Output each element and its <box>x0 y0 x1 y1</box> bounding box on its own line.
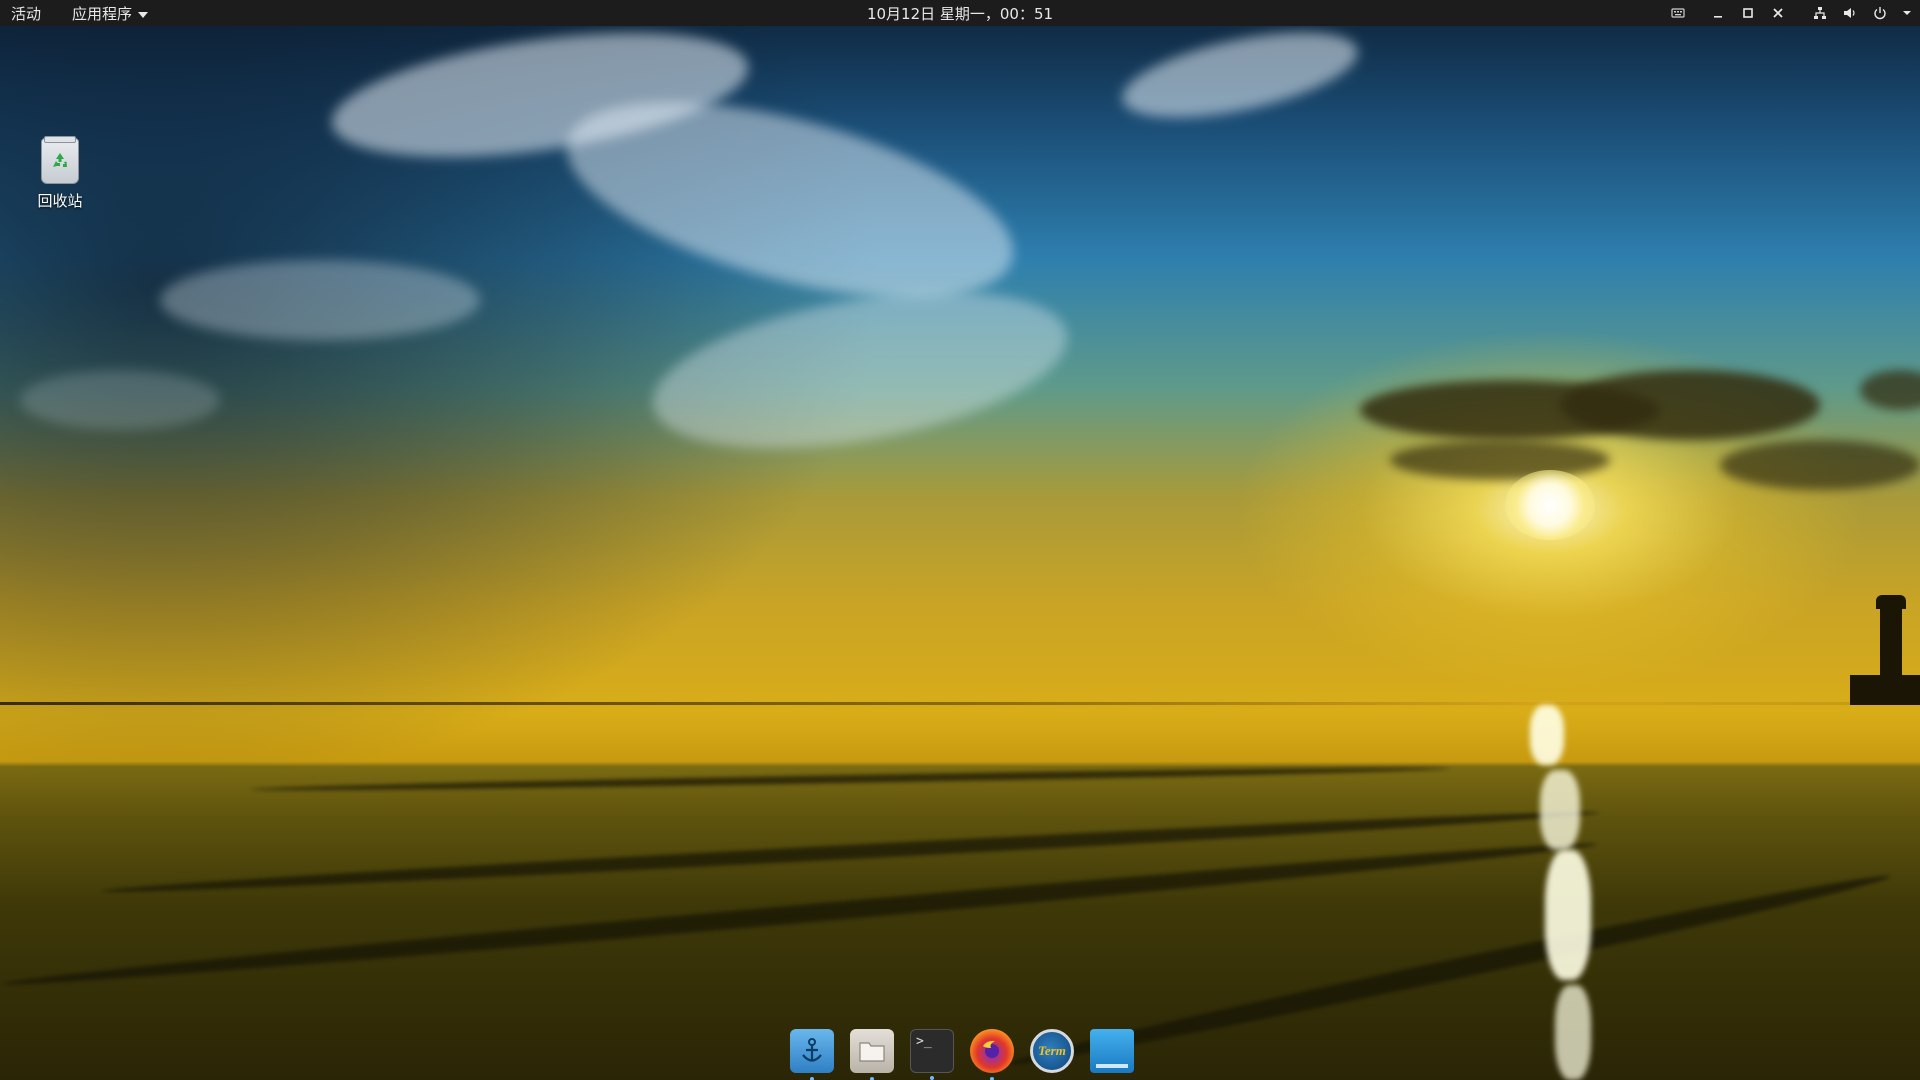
firefox-icon[interactable] <box>970 1029 1014 1080</box>
desktop-background: 活动 应用程序 10月12日 星期一，00：51 回收站 >_ Term <box>0 0 1920 1080</box>
lighthouse-base <box>1850 675 1920 705</box>
dock: >_ Term <box>784 1022 1140 1080</box>
sun-reflection <box>1540 770 1580 850</box>
folder-glyph-icon <box>859 1042 885 1062</box>
applications-menu[interactable]: 应用程序 <box>72 3 149 24</box>
term-app-label: Term <box>1038 1043 1066 1058</box>
running-indicator <box>930 1076 934 1080</box>
cloud <box>1115 15 1365 135</box>
recycle-bin-label: 回收站 <box>37 192 83 210</box>
anchor-glyph-icon <box>802 1038 822 1062</box>
applications-menu-label: 应用程序 <box>72 5 133 23</box>
term-app-icon[interactable]: Term <box>1030 1029 1074 1073</box>
anchor-app-icon[interactable] <box>790 1029 834 1080</box>
cloud <box>20 370 220 430</box>
cloud-sunset <box>1390 440 1610 480</box>
chevron-down-icon <box>138 11 149 18</box>
clock-label[interactable]: 10月12日 星期一，00：51 <box>867 5 1053 23</box>
cloud <box>160 260 480 340</box>
firefox-globe-icon <box>983 1040 999 1058</box>
sun-reflection <box>1545 850 1591 980</box>
wave <box>100 805 1600 899</box>
minimize-icon[interactable] <box>1710 5 1726 21</box>
keyboard-indicator-icon[interactable] <box>1670 5 1686 21</box>
close-icon[interactable] <box>1770 5 1786 21</box>
recycle-bin-icon <box>41 136 79 184</box>
screen-app-icon[interactable] <box>1090 1029 1134 1073</box>
terminal-icon[interactable]: >_ <box>910 1029 954 1080</box>
activities-button[interactable]: 活动 <box>11 3 41 24</box>
cloud-sunset <box>1720 440 1920 490</box>
power-icon[interactable] <box>1872 5 1888 21</box>
recycle-bin-shortcut[interactable]: 回收站 <box>30 136 90 211</box>
lighthouse-silhouette <box>1850 595 1920 705</box>
network-icon[interactable] <box>1812 5 1828 21</box>
terminal-prompt-label: >_ <box>916 1034 932 1049</box>
chevron-down-icon[interactable] <box>1902 5 1912 21</box>
wave <box>250 764 1450 794</box>
cloud-sunset <box>1860 370 1920 410</box>
clock: 10月12日 星期一，00：51 <box>0 3 1920 24</box>
cloud <box>641 264 1079 476</box>
wave <box>1007 866 1893 1074</box>
sun-reflection <box>1530 705 1564 765</box>
cloud-sunset <box>1560 370 1820 440</box>
recycle-symbol-icon <box>53 153 67 167</box>
files-icon[interactable] <box>850 1029 894 1080</box>
maximize-icon[interactable] <box>1740 5 1756 21</box>
system-tray <box>1670 0 1912 26</box>
sun <box>1505 470 1595 540</box>
volume-icon[interactable] <box>1842 5 1858 21</box>
sun-reflection <box>1555 985 1591 1080</box>
top-panel: 活动 应用程序 10月12日 星期一，00：51 <box>0 0 1920 26</box>
horizon <box>0 702 1920 705</box>
